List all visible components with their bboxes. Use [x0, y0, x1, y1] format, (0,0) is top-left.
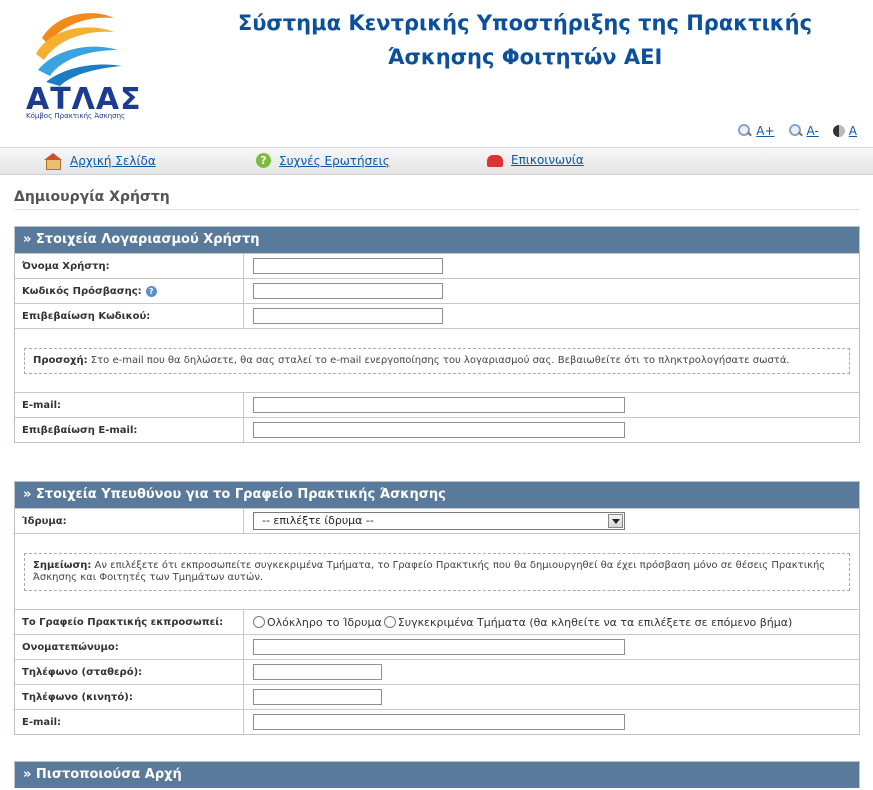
username-row: Όνομα Χρήστη: [15, 253, 859, 278]
password-label-cell: Κωδικός Πρόσβασης: ? [15, 279, 244, 303]
fullname-label: Ονοματεπώνυμο: [15, 635, 244, 659]
contrast-link[interactable]: A [849, 124, 857, 138]
fullname-input[interactable] [253, 639, 625, 655]
email-label: E-mail: [15, 393, 244, 417]
responsible-email-row: E-mail: [15, 709, 859, 734]
page-title: Δημιουργία Χρήστη [14, 189, 170, 205]
nav-home: Αρχική Σελίδα [44, 153, 156, 170]
phone-fixed-label: Τηλέφωνο (σταθερό): [15, 660, 244, 684]
font-decrease-link[interactable]: A- [807, 124, 819, 138]
email-notice-bold: Προσοχή: [33, 355, 88, 366]
help-icon[interactable]: ? [145, 285, 157, 297]
email-confirm-label: Επιβεβαίωση E-mail: [15, 418, 244, 442]
accessibility-controls: A+ A- A [724, 124, 857, 138]
home-icon [44, 153, 62, 170]
email-notice-text: Στο e-mail που θα δηλώσετε, θα σας σταλε… [87, 355, 790, 366]
nav-faq: ? Συχνές Ερωτήσεις [256, 153, 390, 168]
phone-fixed-input[interactable] [253, 664, 382, 680]
site-title: Σύστημα Κεντρικής Υποστήριξης της Πρακτι… [205, 6, 845, 74]
logo-subtitle: Κόμβος Πρακτικής Άσκησης [26, 112, 126, 120]
title-divider [14, 209, 859, 210]
site-title-line1: Σύστημα Κεντρικής Υποστήριξης της Πρακτι… [237, 11, 813, 35]
email-notice: Προσοχή: Στο e-mail που θα δηλώσετε, θα … [24, 348, 850, 374]
password-confirm-label: Επιβεβαίωση Κωδικού: [15, 304, 244, 328]
nav-contact: Επικοινωνία [487, 153, 584, 167]
password-confirm-row: Επιβεβαίωση Κωδικού: [15, 303, 859, 328]
phone-mobile-input[interactable] [253, 689, 382, 705]
email-confirm-row: Επιβεβαίωση E-mail: [15, 417, 859, 442]
logo-swirl-icon [36, 13, 122, 86]
institution-notice-bold: Σημείωση: [33, 560, 92, 571]
institution-notice-row: Σημείωση: Αν επιλέξετε ότι εκπροσωπείτε … [15, 533, 859, 609]
header: ΑΤΛΑΣ Κόμβος Πρακτικής Άσκησης Σύστημα Κ… [0, 0, 873, 146]
institution-row: Ίδρυμα: -- επιλέξτε ίδρυμα -- [15, 508, 859, 533]
account-section-heading: » Στοιχεία Λογαριασμού Χρήστη [15, 227, 859, 253]
fullname-row: Ονοματεπώνυμο: [15, 634, 859, 659]
nav-contact-link[interactable]: Επικοινωνία [511, 153, 584, 167]
font-decrease: A- [788, 124, 819, 138]
nav-home-link[interactable]: Αρχική Σελίδα [70, 154, 156, 168]
zoom-out-icon [788, 124, 803, 138]
represents-row: Το Γραφείο Πρακτικής εκπροσωπεί: Ολόκληρ… [15, 609, 859, 634]
font-increase: A+ [738, 124, 775, 138]
question-icon: ? [256, 153, 271, 168]
chevron-down-icon[interactable] [608, 514, 623, 528]
responsible-email-label: E-mail: [15, 710, 244, 734]
password-confirm-input[interactable] [253, 308, 443, 324]
responsible-section-heading: » Στοιχεία Υπευθύνου για το Γραφείο Πρακ… [15, 482, 859, 508]
radio-whole-label: Ολόκληρο το Ίδρυμα [267, 615, 382, 629]
email-input[interactable] [253, 397, 625, 413]
institution-selected: -- επιλέξτε ίδρυμα -- [262, 514, 374, 527]
username-label: Όνομα Χρήστη: [15, 254, 244, 278]
font-increase-link[interactable]: A+ [756, 124, 774, 138]
institution-notice: Σημείωση: Αν επιλέξετε ότι εκπροσωπείτε … [24, 553, 850, 591]
phone-icon [487, 155, 503, 167]
institution-select[interactable]: -- επιλέξτε ίδρυμα -- [253, 512, 625, 530]
radio-specific-icon[interactable] [383, 616, 396, 628]
radio-specific-departments[interactable]: Συγκεκριμένα Τμήματα (θα κληθείτε να τα … [383, 615, 793, 629]
contrast-icon [832, 125, 845, 137]
email-confirm-input[interactable] [253, 422, 625, 438]
zoom-in-icon [738, 124, 752, 138]
email-row: E-mail: [15, 392, 859, 417]
responsible-section: » Στοιχεία Υπευθύνου για το Γραφείο Πρακ… [14, 481, 860, 735]
username-input[interactable] [253, 258, 443, 274]
password-row: Κωδικός Πρόσβασης: ? [15, 278, 859, 303]
contrast-toggle: A [832, 124, 857, 138]
password-input[interactable] [253, 283, 443, 299]
phone-fixed-row: Τηλέφωνο (σταθερό): [15, 659, 859, 684]
certifying-section: » Πιστοποιούσα Αρχή [14, 761, 860, 788]
radio-whole-icon[interactable] [253, 616, 265, 628]
represents-label: Το Γραφείο Πρακτικής εκπροσωπεί: [15, 610, 244, 634]
phone-mobile-label: Τηλέφωνο (κινητό): [15, 685, 244, 709]
institution-notice-text: Αν επιλέξετε ότι εκπροσωπείτε συγκεκριμέ… [33, 560, 826, 583]
nav-faq-link[interactable]: Συχνές Ερωτήσεις [279, 154, 390, 168]
radio-specific-label: Συγκεκριμένα Τμήματα (θα κληθείτε να τα … [397, 615, 793, 629]
password-label: Κωδικός Πρόσβασης: [22, 285, 142, 297]
site-title-line2: Άσκησης Φοιτητών ΑΕΙ [387, 45, 663, 69]
radio-whole-institution[interactable]: Ολόκληρο το Ίδρυμα [253, 616, 382, 629]
email-notice-row: Προσοχή: Στο e-mail που θα δηλώσετε, θα … [15, 328, 859, 392]
account-section: » Στοιχεία Λογαριασμού Χρήστη Όνομα Χρήσ… [14, 226, 860, 443]
certifying-section-heading: » Πιστοποιούσα Αρχή [15, 762, 859, 788]
main-nav: Αρχική Σελίδα ? Συχνές Ερωτήσεις Επικοιν… [0, 147, 873, 175]
responsible-email-input[interactable] [253, 714, 625, 730]
phone-mobile-row: Τηλέφωνο (κινητό): [15, 684, 859, 709]
institution-label: Ίδρυμα: [15, 509, 244, 533]
